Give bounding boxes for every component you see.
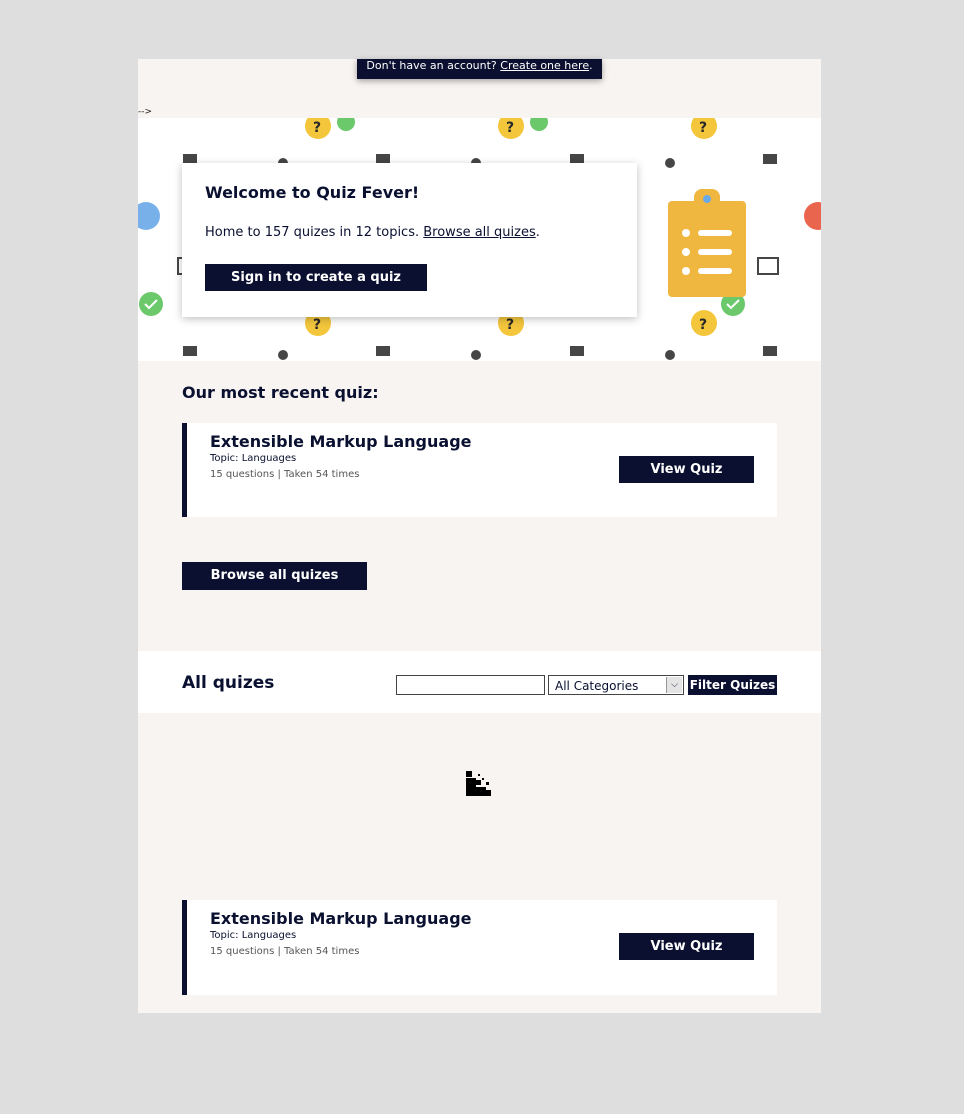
quiz-topic: Topic: Languages [210, 930, 297, 941]
svg-text:?: ? [699, 120, 707, 136]
chevron-down-icon: ⌵ [666, 677, 682, 693]
filter-quizes-button[interactable]: Filter Quizes [688, 675, 777, 695]
welcome-title: Welcome to Quiz Fever! [205, 183, 420, 202]
category-selected-value: All Categories [555, 679, 639, 693]
quiz-filter-bar: All quizes All Categories ⌵ Filter Quize… [138, 651, 821, 713]
quiz-title: Extensible Markup Language [210, 909, 472, 928]
sign-in-button[interactable]: Sign in to create a quiz [205, 264, 427, 291]
create-account-link[interactable]: Create one here [500, 59, 589, 72]
clipboard-icon [668, 189, 746, 297]
browse-all-link[interactable]: Browse all quizes [423, 225, 536, 240]
svg-text:?: ? [313, 120, 321, 136]
svg-text:?: ? [313, 317, 321, 333]
quiz-list-item: Extensible Markup Language Topic: Langua… [182, 900, 777, 995]
welcome-text: Home to 157 quizes in 12 topics. [205, 225, 420, 240]
quiz-title: Extensible Markup Language [210, 432, 472, 451]
account-period: . [589, 59, 593, 72]
page-container: Don't have an account? Create one here. … [138, 59, 821, 1013]
account-bar: Don't have an account? Create one here. [357, 59, 602, 79]
search-input[interactable] [396, 675, 545, 695]
recent-quiz-heading: Our most recent quiz: [182, 383, 379, 402]
welcome-description: Home to 157 quizes in 12 topics. Browse … [205, 225, 540, 240]
all-quizes-heading: All quizes [182, 673, 275, 693]
svg-text:?: ? [699, 317, 707, 333]
view-quiz-button[interactable]: View Quiz [619, 933, 754, 960]
loading-icon [466, 771, 491, 796]
welcome-period: . [535, 225, 540, 240]
recent-quiz-card: Extensible Markup Language Topic: Langua… [182, 423, 777, 517]
view-quiz-button[interactable]: View Quiz [619, 456, 754, 483]
account-prompt: Don't have an account? [366, 59, 497, 72]
svg-text:?: ? [506, 317, 514, 333]
svg-text:?: ? [506, 120, 514, 136]
welcome-card: Welcome to Quiz Fever! Home to 157 quize… [182, 163, 637, 317]
browse-all-button[interactable]: Browse all quizes [182, 562, 367, 590]
quiz-topic: Topic: Languages [210, 453, 297, 464]
category-select[interactable]: All Categories ⌵ [548, 675, 684, 695]
quiz-meta: 15 questions | Taken 54 times [210, 946, 360, 957]
hero-banner: ? ? ? ? ? ? Welcome to Quiz Fever! Home … [138, 118, 821, 361]
stray-comment-text: --> [138, 107, 153, 117]
quiz-meta: 15 questions | Taken 54 times [210, 469, 360, 480]
